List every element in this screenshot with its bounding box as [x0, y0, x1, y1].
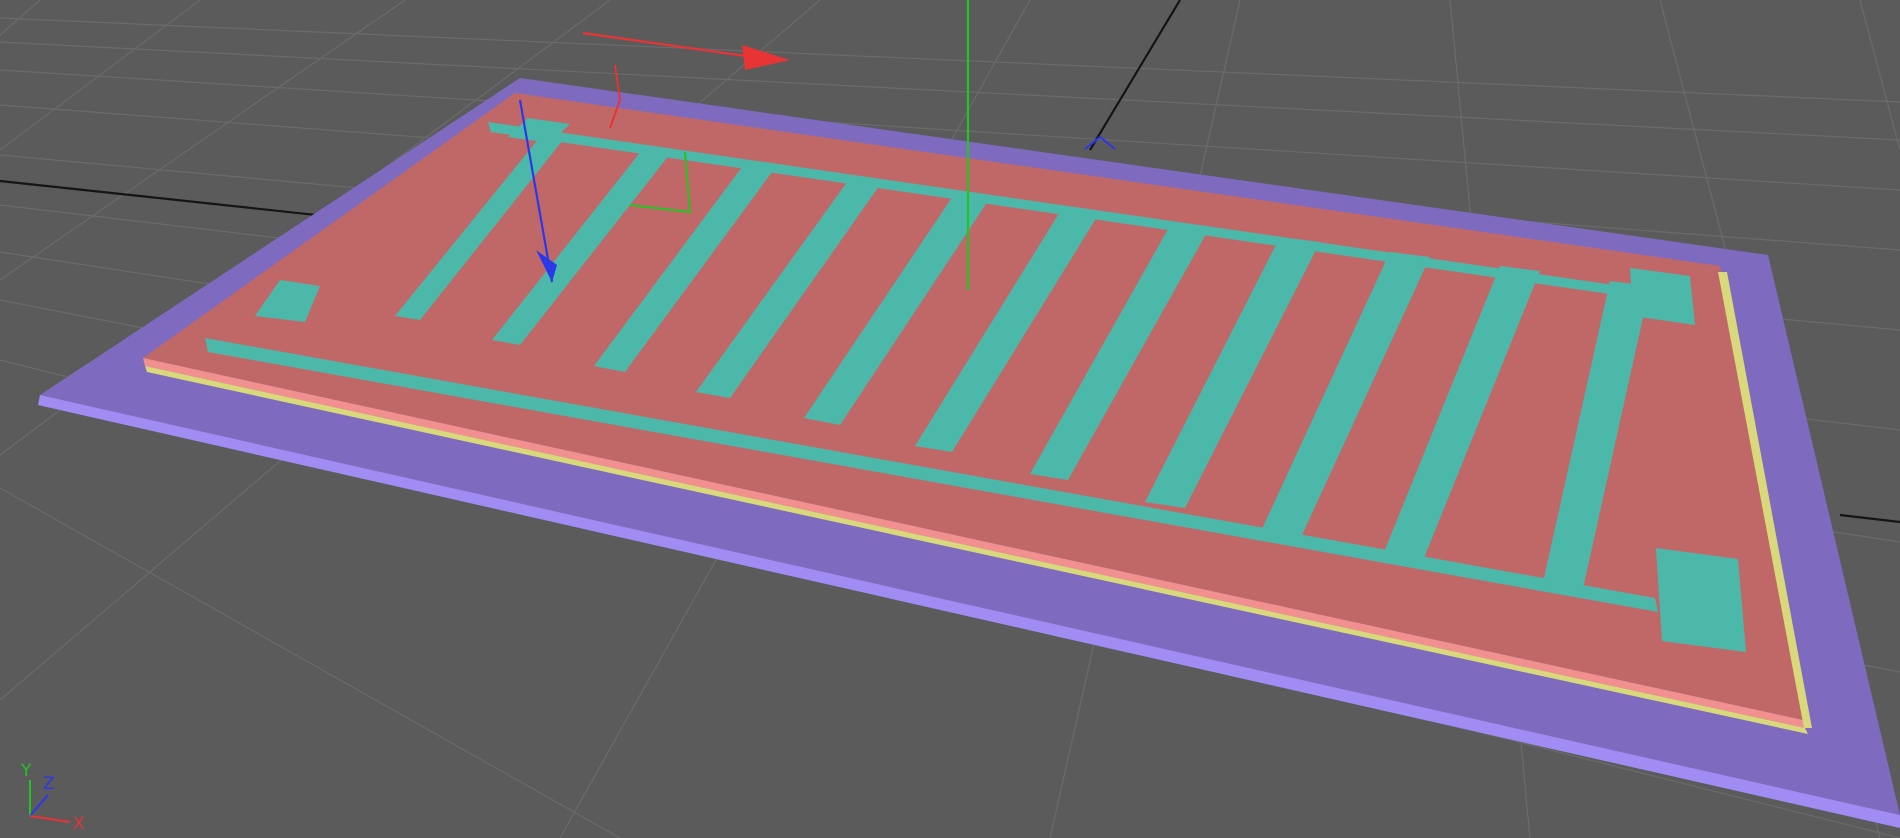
- pad-right-bottom: [1656, 548, 1746, 652]
- 3d-viewport[interactable]: Y Z X: [0, 0, 1900, 838]
- axis-triad-z-label: Z: [43, 774, 55, 794]
- axis-triad-x-label: X: [73, 814, 85, 834]
- viewport-canvas[interactable]: Y Z X: [0, 0, 1900, 838]
- axis-triad-y-label: Y: [20, 761, 32, 781]
- pad-right-top: [1630, 268, 1695, 325]
